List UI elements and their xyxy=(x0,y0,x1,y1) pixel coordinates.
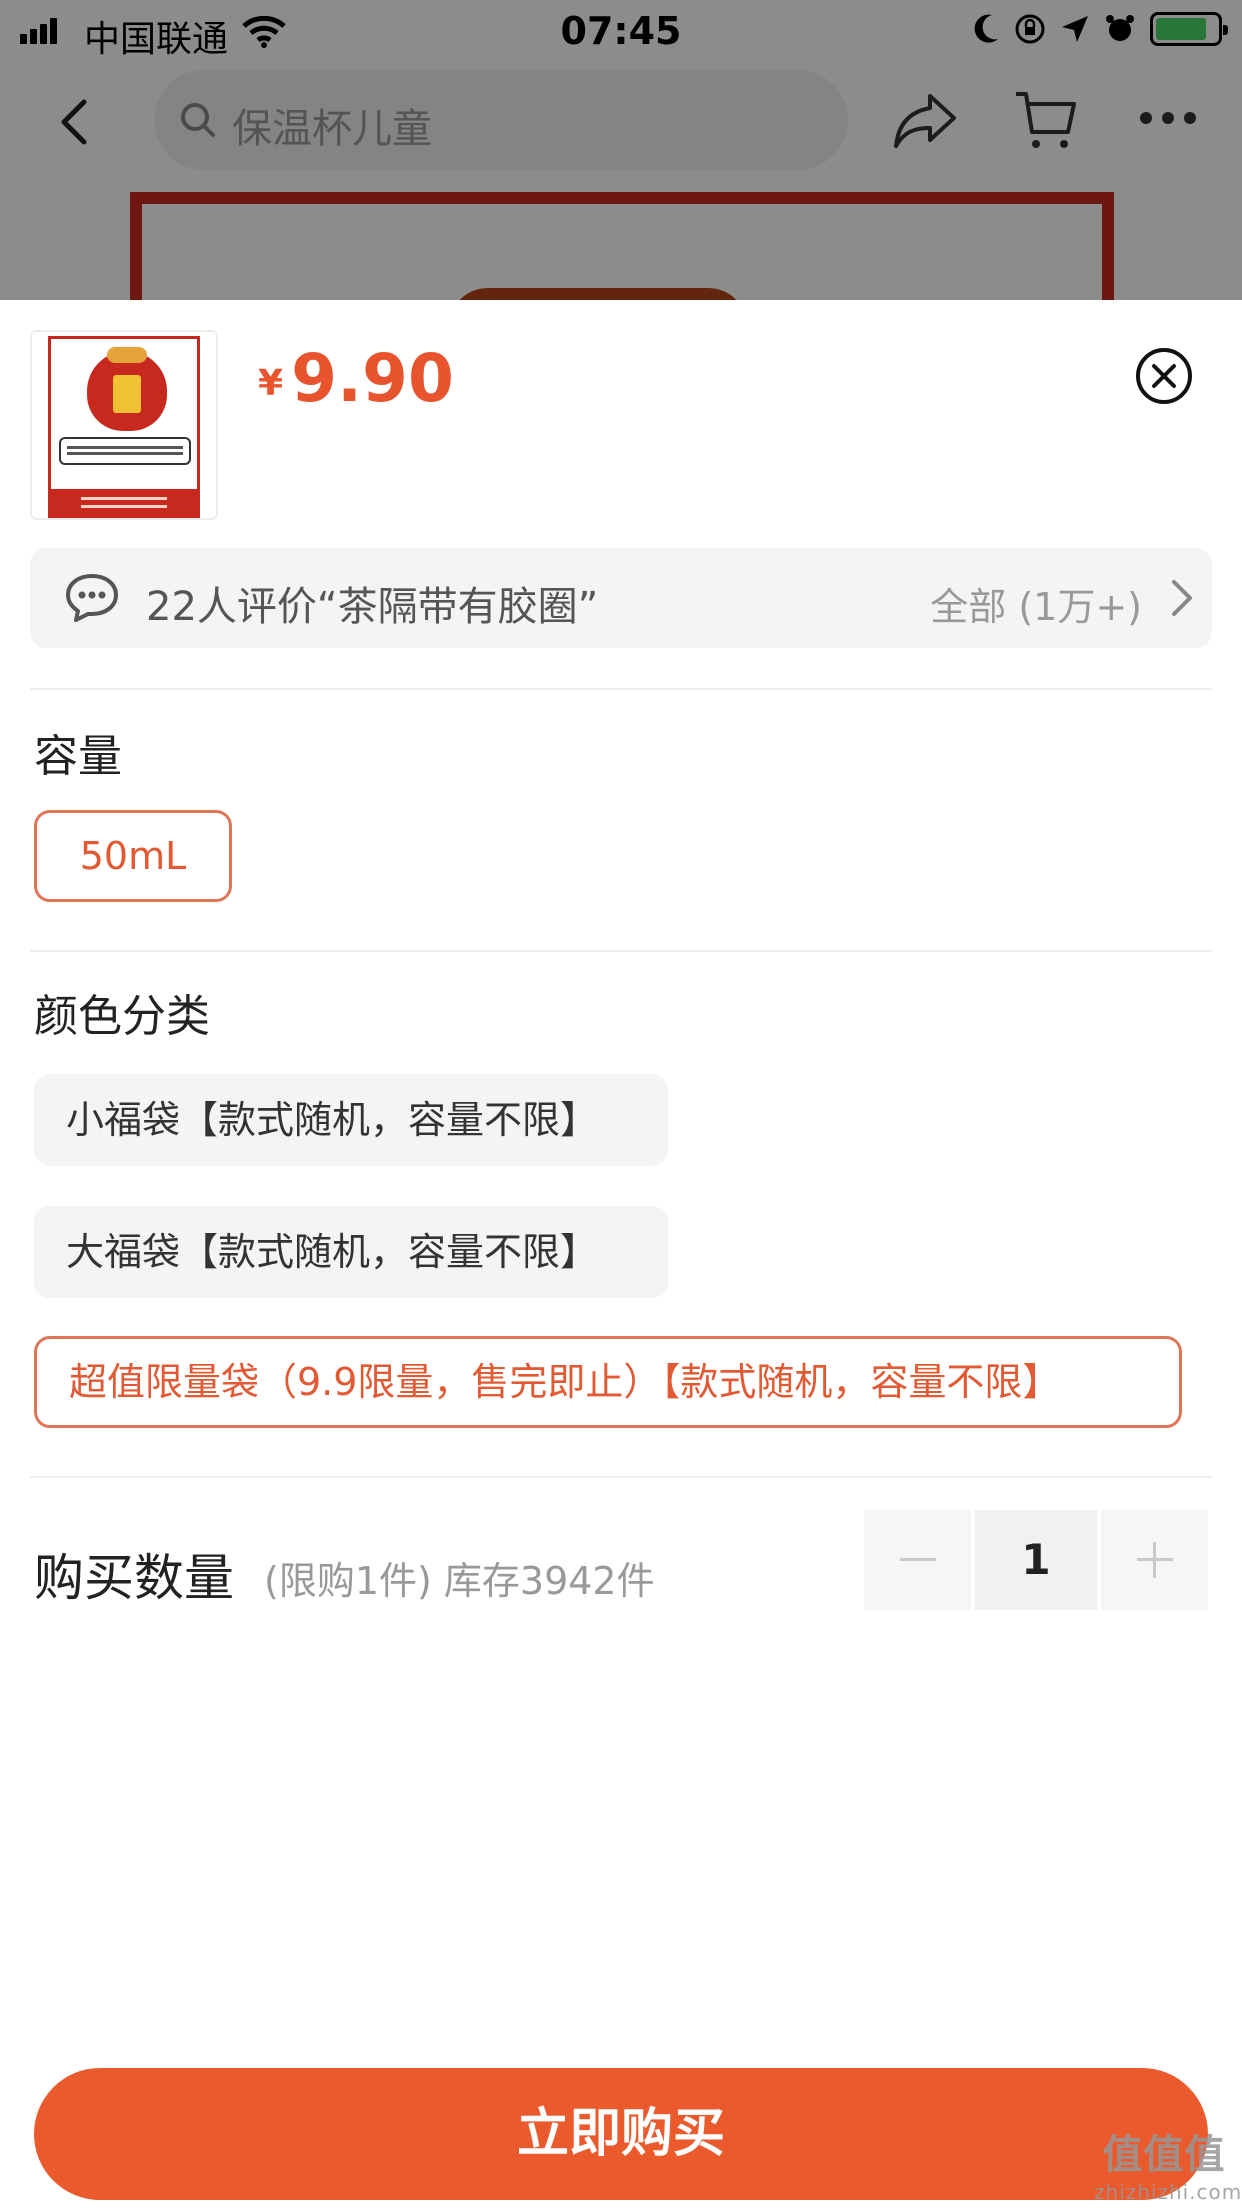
sku-sheet: ¥9.90 22人评价“茶隔带有胶圈” 全部 (1万+) 容量 50mL 颜色分… xyxy=(0,300,1242,2208)
quantity-label: 购买数量 xyxy=(34,1549,234,1607)
quantity-value[interactable]: 1 xyxy=(974,1510,1098,1610)
price-value: 9.90 xyxy=(291,340,454,417)
modal-overlay[interactable] xyxy=(0,0,1242,300)
close-icon xyxy=(1152,364,1176,388)
product-thumbnail xyxy=(30,330,218,520)
review-summary: 22人评价“茶隔带有胶圈” xyxy=(146,584,599,630)
chevron-right-icon xyxy=(1172,580,1192,616)
price: ¥9.90 xyxy=(258,340,454,417)
buy-now-button[interactable]: 立即购买 xyxy=(34,2068,1208,2200)
watermark-top: 值值值 xyxy=(1102,2132,1226,2178)
quantity-note: (限购1件) 库存3942件 xyxy=(264,1559,655,1603)
color-option-small-bag[interactable]: 小福袋【款式随机，容量不限】 xyxy=(34,1074,668,1166)
color-option-big-bag[interactable]: 大福袋【款式随机，容量不限】 xyxy=(34,1206,668,1298)
increase-button[interactable] xyxy=(1101,1510,1209,1610)
divider xyxy=(30,1476,1212,1478)
lucky-bag-tag xyxy=(113,375,141,413)
watermark-logo: 值值值 zhizhizhi.com xyxy=(1094,2122,1242,2204)
divider xyxy=(30,950,1212,952)
thumbnail-footer xyxy=(51,489,197,518)
capacity-title: 容量 xyxy=(34,731,122,782)
color-title: 颜色分类 xyxy=(34,991,210,1042)
decrease-button[interactable] xyxy=(864,1510,971,1610)
color-option-limited-bag[interactable]: 超值限量袋（9.9限量，售完即止）【款式随机，容量不限】 xyxy=(34,1336,1182,1428)
lucky-bag-knot xyxy=(107,347,147,363)
chat-bubble-icon xyxy=(66,574,118,622)
review-bar[interactable]: 22人评价“茶隔带有胶圈” 全部 (1万+) xyxy=(30,548,1212,648)
quantity-stepper: 1 xyxy=(864,1510,1209,1610)
currency-symbol: ¥ xyxy=(258,363,284,404)
all-reviews-link[interactable]: 全部 (1万+) xyxy=(930,576,1142,631)
divider xyxy=(30,688,1212,690)
capacity-option-50ml[interactable]: 50mL xyxy=(34,810,232,902)
thumbnail-text-box xyxy=(59,437,191,465)
close-button[interactable] xyxy=(1136,348,1192,404)
watermark-bottom: zhizhizhi.com xyxy=(1094,2180,1242,2204)
thumbnail-card xyxy=(48,336,200,518)
